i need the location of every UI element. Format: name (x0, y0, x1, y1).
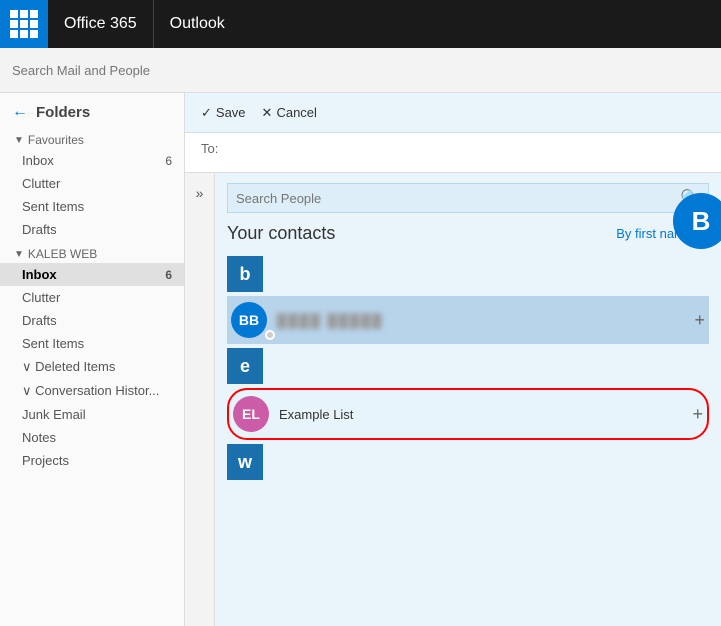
item-label: Inbox (22, 267, 57, 282)
group-label: Favourites (28, 133, 84, 147)
group-favourites[interactable]: ▼ Favourites (0, 127, 184, 149)
item-label: Projects (22, 453, 69, 468)
item-label: Clutter (22, 176, 60, 191)
item-label: Drafts (22, 222, 57, 237)
office-label: Office 365 (48, 0, 154, 48)
folders-label: Folders (36, 104, 90, 121)
avatar-el: EL (233, 396, 269, 432)
chevron-icon: ▼ (14, 249, 24, 260)
back-icon[interactable]: ← (12, 103, 28, 121)
item-label: Inbox (22, 153, 54, 168)
sidebar-item-notes-kw[interactable]: Notes (0, 426, 184, 449)
contact-name-el: Example List (279, 407, 692, 422)
sidebar-item-sent-kw[interactable]: Sent Items (0, 332, 184, 355)
badge: 6 (165, 154, 172, 168)
add-contact-bb[interactable]: + (694, 310, 705, 331)
sidebar-item-deleted-kw[interactable]: ∨ Deleted Items (0, 355, 184, 379)
contacts-header: Your contacts By first name ▼ (215, 219, 721, 248)
sidebar-item-projects-kw[interactable]: Projects (0, 449, 184, 472)
contacts-title: Your contacts (227, 223, 335, 244)
item-label: ∨ Conversation Histor... (22, 383, 159, 399)
item-label: ∨ Deleted Items (22, 359, 115, 375)
search-people-input[interactable] (236, 191, 680, 206)
item-label: Sent Items (22, 199, 84, 214)
main-layout: ← Folders ▼ Favourites Inbox 6 Clutter S… (0, 93, 721, 626)
content-area: ✓ Save ✕ Cancel To: » (185, 93, 721, 626)
cancel-label: Cancel (276, 105, 316, 120)
item-label: Clutter (22, 290, 60, 305)
global-search-bar (0, 48, 721, 93)
sidebar-item-drafts-fav[interactable]: Drafts (0, 218, 184, 241)
sidebar-item-clutter-fav[interactable]: Clutter (0, 172, 184, 195)
contacts-panel: 🔍 Your contacts (215, 173, 721, 626)
letter-header-b: b (227, 256, 263, 292)
save-label: Save (216, 105, 246, 120)
to-field: To: (185, 133, 721, 173)
contact-item-el[interactable]: EL Example List + (227, 388, 709, 440)
to-label: To: (201, 141, 218, 156)
sidebar: ← Folders ▼ Favourites Inbox 6 Clutter S… (0, 93, 185, 626)
search-people-bar: 🔍 (227, 183, 709, 213)
waffle-button[interactable] (0, 0, 48, 48)
sidebar-item-convhistory-kw[interactable]: ∨ Conversation Histor... (0, 379, 184, 403)
add-contact-el[interactable]: + (692, 404, 703, 425)
item-label: Junk Email (22, 407, 86, 422)
group-kaleb-web[interactable]: ▼ KALEB WEB (0, 241, 184, 263)
status-dot-bb (265, 330, 275, 340)
expand-icon: » (196, 185, 204, 201)
people-panel: » 🔍 (185, 173, 721, 626)
check-icon: ✓ (201, 105, 212, 121)
contacts-list: b BB ████ █████ + e EL Example List (215, 252, 721, 626)
sidebar-item-inbox-kw[interactable]: Inbox 6 (0, 263, 184, 286)
app-label: Outlook (154, 15, 241, 33)
chevron-icon: ▼ (14, 135, 24, 146)
avatar-bb: BB (231, 302, 267, 338)
top-bar: Office 365 Outlook (0, 0, 721, 48)
expand-button[interactable]: » (185, 173, 215, 626)
waffle-icon (10, 10, 38, 38)
contact-item-bb[interactable]: BB ████ █████ + (227, 296, 709, 344)
big-avatar: B (673, 193, 721, 249)
toolbar: ✓ Save ✕ Cancel (185, 93, 721, 133)
sidebar-item-inbox-fav[interactable]: Inbox 6 (0, 149, 184, 172)
search-area: 🔍 (215, 173, 721, 219)
letter-header-e: e (227, 348, 263, 384)
sidebar-item-clutter-kw[interactable]: Clutter (0, 286, 184, 309)
global-search-input[interactable] (12, 63, 172, 78)
group-label: KALEB WEB (28, 247, 97, 261)
item-label: Sent Items (22, 336, 84, 351)
x-icon: ✕ (262, 105, 273, 121)
save-button[interactable]: ✓ Save (201, 105, 246, 121)
sidebar-item-junk-kw[interactable]: Junk Email (0, 403, 184, 426)
item-label: Notes (22, 430, 56, 445)
contact-name-bb: ████ █████ (277, 313, 694, 328)
sidebar-item-drafts-kw[interactable]: Drafts (0, 309, 184, 332)
badge: 6 (165, 268, 172, 282)
annotation-arrow (571, 173, 691, 183)
sidebar-item-sent-fav[interactable]: Sent Items (0, 195, 184, 218)
item-label: Drafts (22, 313, 57, 328)
cancel-button[interactable]: ✕ Cancel (262, 105, 317, 121)
letter-header-w: w (227, 444, 263, 480)
folders-header: ← Folders (0, 93, 184, 127)
